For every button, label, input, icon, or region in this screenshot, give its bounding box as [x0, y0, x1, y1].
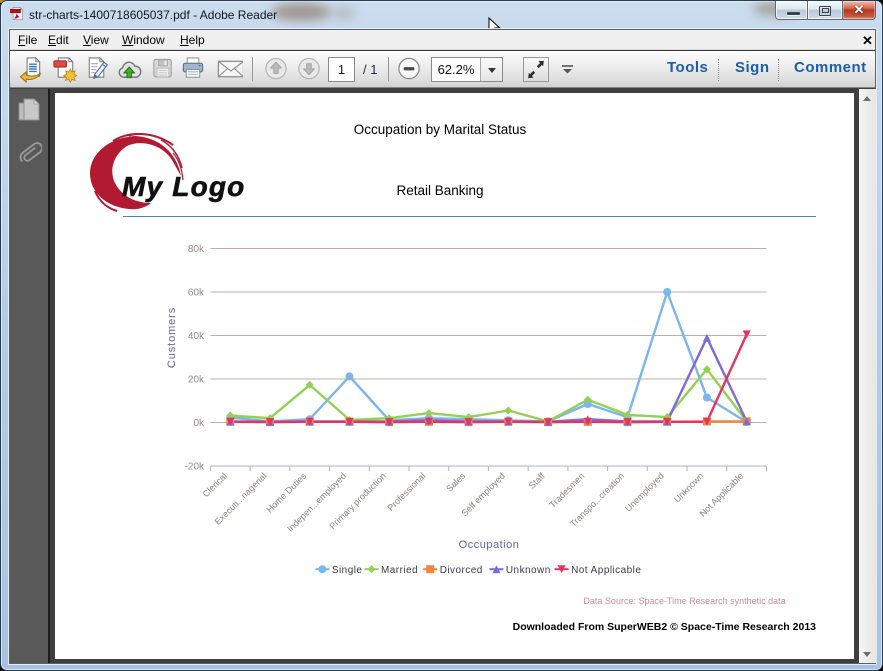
- svg-text:Unemployed: Unemployed: [623, 471, 666, 514]
- svg-text:Customers: Customers: [166, 307, 178, 368]
- svg-text:Not Applicable: Not Applicable: [571, 565, 641, 576]
- svg-text:Single: Single: [332, 565, 363, 576]
- svg-text:80k: 80k: [188, 244, 205, 255]
- svg-text:Data Source: Space-Time Resear: Data Source: Space-Time Research synthet…: [583, 596, 785, 606]
- svg-text:60k: 60k: [188, 288, 205, 299]
- svg-text:Occupation: Occupation: [459, 539, 520, 551]
- svg-text:Clerical: Clerical: [201, 471, 229, 499]
- svg-text:Unknown: Unknown: [672, 471, 706, 505]
- svg-text:Staff: Staff: [527, 470, 547, 490]
- svg-text:Divorced: Divorced: [440, 565, 483, 576]
- svg-text:Home Duties: Home Duties: [264, 470, 308, 514]
- svg-text:40k: 40k: [188, 331, 205, 342]
- svg-text:-20k: -20k: [185, 462, 205, 473]
- svg-text:Unknown: Unknown: [506, 565, 551, 576]
- svg-text:Tradesmen: Tradesmen: [547, 471, 586, 510]
- svg-text:0k: 0k: [193, 418, 205, 429]
- svg-text:Sales: Sales: [444, 470, 467, 493]
- svg-text:20k: 20k: [188, 375, 205, 386]
- svg-text:Professional: Professional: [385, 471, 427, 513]
- svg-text:Married: Married: [381, 565, 418, 576]
